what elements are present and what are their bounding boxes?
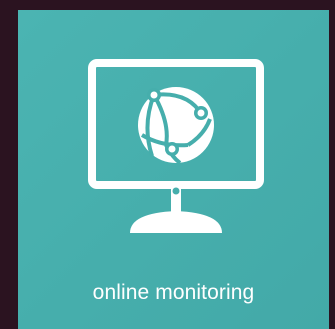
tile-label: online monitoring — [92, 281, 255, 304]
monitor-globe-icon — [84, 53, 268, 243]
app-background: online monitoring — [0, 0, 335, 329]
online-monitoring-tile[interactable]: online monitoring — [18, 10, 329, 329]
